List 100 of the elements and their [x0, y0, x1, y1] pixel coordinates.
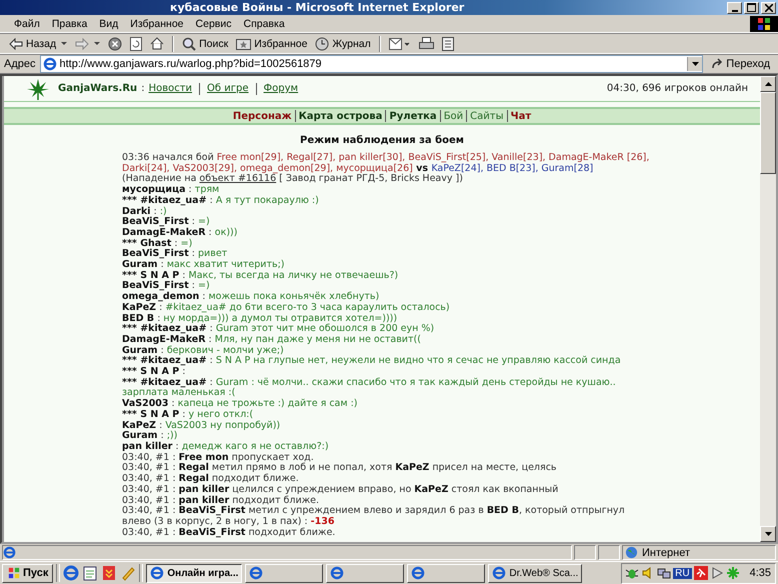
nav-link[interactable]: Карта острова: [298, 110, 382, 122]
log-line: (Нападение на объект #16116 [ Завод гранат РГД-5, Bricks Heavy ]): [122, 174, 464, 186]
clock-icon: [315, 36, 330, 50]
windows-logo-icon: [7, 567, 21, 579]
log-line: мусорщица : трям: [122, 185, 220, 196]
log-line: *** S N A P : у него откл:(: [122, 410, 254, 420]
nav-link[interactable]: Новости: [148, 83, 192, 94]
log-line: *** S N A P :: [122, 367, 186, 378]
log-line: omega_demon : можешь пока коньячёк хлебнуть): [122, 292, 380, 302]
windows-logo-icon: [750, 16, 778, 32]
close-icon: [764, 4, 772, 12]
up-arrow-icon[interactable]: [764, 82, 772, 86]
log-line: 03:40, #1 : BeaViS_First подходит ближе.: [122, 528, 336, 538]
globe-icon: [625, 546, 638, 559]
log-line: *** #kitaez_ua# : Guram этот чит мне обошолся в 200 еун %): [122, 324, 436, 334]
log-line: *** #kitaez_ua# : А я тут покараулю :): [122, 196, 320, 206]
search-button[interactable]: Поиск: [179, 34, 232, 52]
separator-text: :: [141, 83, 145, 94]
close-button[interactable]: [761, 2, 776, 14]
forward-arrow-icon: [75, 38, 90, 50]
nav-link[interactable]: Рулетка: [389, 110, 437, 122]
favorites-button[interactable]: Избранное: [233, 34, 310, 52]
stop-icon: [108, 36, 122, 50]
taskbar-button[interactable]: Онлайн игра...: [146, 564, 242, 582]
log-line: *** Ghast : =): [122, 238, 194, 249]
menu-item[interactable]: Вид: [93, 18, 124, 30]
page-icon: [492, 566, 506, 580]
network-icon[interactable]: [657, 566, 672, 580]
browser-icon[interactable]: [63, 565, 80, 581]
online-status: 04:30, 696 игроков онлайн: [606, 83, 748, 94]
page-icon: [330, 566, 344, 580]
log-line: 03:40, #1 : pan killer целился с упреждением вправо, но KaPeZ стоял как вкопанный: [122, 484, 560, 496]
minimize-button[interactable]: [727, 2, 742, 14]
home-icon: [150, 37, 164, 50]
address-field[interactable]: http://www.ganjawars.ru/warlog.php?bid=1002561879: [40, 55, 704, 73]
log-line: 03:36 начался бой Free mon[29], Regal[27], pan killer[30], BeaViS_First[25], Vanille[23], DamagE-MakeR [26], Darki[24], VaS2003[29], omega_demon[29], мусорщица[26] vs KaPeZ[24], BED B[23], Guram[28]: [122, 153, 650, 174]
arrow-icon: [711, 58, 724, 70]
status-panel: [598, 545, 620, 560]
menu-item[interactable]: Файл: [8, 18, 46, 30]
log-line: 03:40, #1 : Regal подходит ближе.: [122, 474, 300, 484]
pencil-icon[interactable]: [120, 565, 136, 581]
log-line: BeaViS_First : =): [122, 281, 211, 292]
taskbar-button[interactable]: [245, 564, 324, 582]
nav-link[interactable]: Об игре: [207, 83, 249, 94]
log-line: *** S N A P : Макс, ты всегда на личку не отвечаешь?): [122, 270, 400, 281]
start-button[interactable]: Пуск: [2, 564, 54, 582]
log-line: DamagE-MakeR : Мля, ну пан даже у меня ни не оставит((: [122, 334, 422, 346]
log-line: BED B : ну морда=))) а думол ты отравится хотел=)))): [122, 314, 398, 324]
maximize-button[interactable]: [744, 2, 759, 14]
caret-icon: [61, 42, 68, 46]
log-line: Darki : :): [122, 206, 167, 217]
mail-icon: [388, 36, 411, 50]
log-line: pan killer : демедж каго я не оставлю?:): [122, 442, 330, 453]
taskbar-button[interactable]: [407, 564, 486, 582]
log-line: Guram : беркович - молчи уже;): [122, 346, 285, 356]
scrollbar-thumb[interactable]: [760, 92, 776, 174]
address-label: Адрес: [4, 58, 36, 70]
maximize-icon: [747, 3, 756, 12]
menu-item[interactable]: Справка: [237, 18, 291, 30]
log-line: 03:40, #1 : Regal метил прямо в лоб и не попал, хотя KaPeZ присел на месте, целясь: [122, 463, 558, 474]
go-button[interactable]: Переход: [707, 58, 774, 70]
nav-link[interactable]: Сайты: [470, 110, 504, 122]
page-icon: [3, 546, 16, 559]
down-arrow-icon[interactable]: [764, 532, 772, 536]
history-button[interactable]: Журнал: [312, 34, 374, 52]
log-line: KaPeZ : VaS2003 ну попробуй)): [122, 420, 282, 431]
menu-item[interactable]: Правка: [46, 18, 94, 30]
nav-link[interactable]: Чат: [510, 110, 532, 122]
search-icon: [182, 36, 196, 50]
language-indicator[interactable]: RU: [673, 568, 692, 578]
log-line: BeaViS_First : ривет: [122, 249, 228, 260]
refresh-icon: [130, 36, 142, 50]
minimize-icon: [732, 10, 738, 12]
menu-item[interactable]: Избранное: [124, 18, 190, 30]
page-heading: Режим наблюдения за боем: [299, 135, 465, 146]
back-button[interactable]: Назад: [6, 34, 70, 52]
status-panel: [574, 545, 596, 560]
page-icon: [42, 57, 56, 71]
notepad-icon[interactable]: [82, 565, 98, 581]
clock: 4:35: [750, 567, 771, 579]
scrollbar[interactable]: [760, 76, 776, 542]
menu-item[interactable]: Сервис: [190, 18, 238, 30]
log-line: 03:40, #1 : Free mon пропускает ход.: [122, 452, 315, 463]
runner-icon[interactable]: [694, 566, 708, 580]
page-icon: [249, 566, 264, 580]
taskbar-button[interactable]: Dr.Web® Sca...: [488, 564, 582, 582]
document-icon: [442, 36, 454, 50]
taskbar-button[interactable]: [326, 564, 404, 582]
window-title: кубасовые Войны - Microsoft Internet Explorer: [170, 1, 466, 14]
caret-icon: [692, 62, 699, 66]
caret-icon: [94, 42, 100, 46]
log-line: VaS2003 : капеца не трожьте :) дайте я сам :): [122, 399, 358, 410]
printer-icon: [418, 37, 434, 50]
play-icon[interactable]: [710, 566, 724, 580]
site-logo[interactable]: GanjaWars.Ru: [58, 83, 138, 94]
nav-link[interactable]: Персонаж: [232, 110, 292, 122]
nav-link[interactable]: Форум: [264, 83, 298, 94]
dropdown-button[interactable]: [687, 57, 702, 71]
page-icon: [150, 566, 164, 580]
nav-link[interactable]: Бой: [444, 110, 464, 122]
